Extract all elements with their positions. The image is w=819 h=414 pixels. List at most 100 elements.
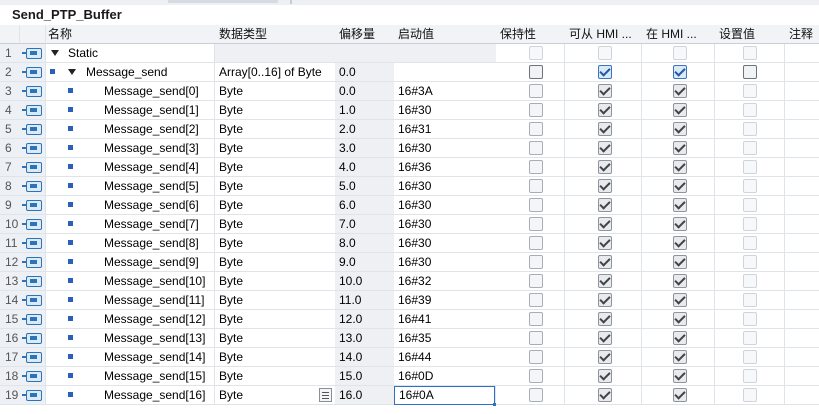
retain-checkbox[interactable]	[529, 350, 543, 364]
table-row[interactable]: 14 Message_send[11] Byte 11.0 16#39	[0, 291, 819, 310]
setpoint-checkbox[interactable]	[743, 255, 757, 269]
comment-cell[interactable]	[785, 120, 819, 139]
retain-checkbox[interactable]	[529, 141, 543, 155]
comment-cell[interactable]	[785, 101, 819, 120]
datatype-cell[interactable]: Byte	[215, 215, 339, 234]
name-cell[interactable]: Message_send[12]	[46, 310, 215, 329]
column-header-hmi-accessible[interactable]: 可从 HMI ...	[565, 25, 646, 44]
hmi-visible-checkbox[interactable]	[673, 122, 687, 136]
start-value-cell[interactable]	[394, 63, 500, 82]
start-value-input[interactable]: 16#0A	[394, 386, 496, 406]
column-header-setpoint[interactable]: 设置值	[715, 25, 789, 44]
table-row[interactable]: 10 Message_send[7] Byte 7.0 16#30	[0, 215, 819, 234]
comment-cell[interactable]	[785, 44, 819, 63]
column-header-comment[interactable]: 注释	[785, 25, 819, 44]
hmi-accessible-checkbox[interactable]	[598, 122, 612, 136]
hmi-accessible-checkbox[interactable]	[598, 236, 612, 250]
collapse-triangle-icon[interactable]	[68, 69, 76, 75]
hmi-visible-checkbox[interactable]	[673, 84, 687, 98]
setpoint-checkbox[interactable]	[743, 198, 757, 212]
start-value-cell[interactable]: 16#3A	[394, 82, 500, 101]
setpoint-checkbox[interactable]	[743, 369, 757, 383]
setpoint-checkbox[interactable]	[743, 217, 757, 231]
retain-checkbox[interactable]	[529, 160, 543, 174]
hmi-visible-checkbox[interactable]	[673, 141, 687, 155]
table-row[interactable]: 19 Message_send[16] Byte 16.0 16#0A	[0, 386, 819, 406]
column-header-start-value[interactable]: 启动值	[394, 25, 500, 44]
setpoint-checkbox[interactable]	[743, 293, 757, 307]
comment-cell[interactable]	[785, 329, 819, 348]
setpoint-checkbox[interactable]	[743, 312, 757, 326]
name-cell[interactable]: Message_send[16]	[46, 386, 215, 405]
hmi-accessible-checkbox[interactable]	[598, 217, 612, 231]
table-row[interactable]: 6 Message_send[3] Byte 3.0 16#30	[0, 139, 819, 158]
setpoint-checkbox[interactable]	[743, 350, 757, 364]
column-header-retain[interactable]: 保持性	[496, 25, 569, 44]
hmi-visible-checkbox[interactable]	[673, 198, 687, 212]
datatype-cell[interactable]: Byte	[215, 329, 339, 348]
name-cell[interactable]: Message_send[3]	[46, 139, 215, 158]
start-value-cell[interactable]: 16#30	[394, 139, 500, 158]
hmi-accessible-checkbox[interactable]	[598, 255, 612, 269]
name-cell[interactable]: Message_send[6]	[46, 196, 215, 215]
start-value-cell[interactable]: 16#44	[394, 348, 500, 367]
datatype-cell[interactable]: Array[0..16] of Byte	[215, 63, 339, 82]
setpoint-checkbox[interactable]	[743, 84, 757, 98]
comment-cell[interactable]	[785, 215, 819, 234]
datatype-cell[interactable]: Byte	[215, 291, 339, 310]
retain-checkbox[interactable]	[529, 122, 543, 136]
datatype-cell[interactable]: Byte	[215, 310, 339, 329]
start-value-cell[interactable]: 16#32	[394, 272, 500, 291]
retain-checkbox[interactable]	[529, 103, 543, 117]
table-row[interactable]: 11 Message_send[8] Byte 8.0 16#30	[0, 234, 819, 253]
retain-checkbox[interactable]	[529, 179, 543, 193]
name-cell[interactable]: Message_send[15]	[46, 367, 215, 386]
name-cell[interactable]: Message_send[13]	[46, 329, 215, 348]
datatype-cell[interactable]: Byte	[215, 253, 339, 272]
name-cell[interactable]: Message_send[2]	[46, 120, 215, 139]
start-value-cell[interactable]: 16#30	[394, 177, 500, 196]
comment-cell[interactable]	[785, 272, 819, 291]
column-header-datatype[interactable]: 数据类型	[215, 25, 339, 44]
table-row[interactable]: 13 Message_send[10] Byte 10.0 16#32	[0, 272, 819, 291]
hmi-accessible-checkbox[interactable]	[598, 312, 612, 326]
hmi-accessible-checkbox[interactable]	[598, 141, 612, 155]
datatype-cell[interactable]: Byte	[215, 272, 339, 291]
retain-checkbox[interactable]	[529, 65, 543, 79]
table-row[interactable]: 12 Message_send[9] Byte 9.0 16#30	[0, 253, 819, 272]
start-value-cell[interactable]: 16#41	[394, 310, 500, 329]
datatype-cell[interactable]: Byte	[215, 177, 339, 196]
comment-cell[interactable]	[785, 234, 819, 253]
datatype-cell[interactable]: Byte	[215, 82, 339, 101]
column-header-offset[interactable]: 偏移量	[335, 25, 398, 44]
hmi-accessible-checkbox[interactable]	[598, 293, 612, 307]
hmi-accessible-checkbox[interactable]	[598, 160, 612, 174]
hmi-accessible-checkbox[interactable]	[598, 46, 612, 60]
datatype-cell[interactable]: Byte	[215, 348, 339, 367]
datatype-cell[interactable]: Byte	[215, 101, 339, 120]
datatype-cell[interactable]: Byte	[215, 196, 339, 215]
hmi-visible-checkbox[interactable]	[673, 369, 687, 383]
hmi-accessible-checkbox[interactable]	[598, 331, 612, 345]
table-row[interactable]: 3 Message_send[0] Byte 0.0 16#3A	[0, 82, 819, 101]
hmi-visible-checkbox[interactable]	[673, 331, 687, 345]
retain-checkbox[interactable]	[529, 388, 543, 402]
name-cell[interactable]: Message_send[1]	[46, 101, 215, 120]
start-value-cell[interactable]: 16#31	[394, 120, 500, 139]
datatype-cell[interactable]: Byte	[215, 139, 339, 158]
setpoint-checkbox[interactable]	[743, 388, 757, 402]
start-value-cell[interactable]: 16#30	[394, 253, 500, 272]
hmi-visible-checkbox[interactable]	[673, 179, 687, 193]
setpoint-checkbox[interactable]	[743, 160, 757, 174]
table-row[interactable]: 4 Message_send[1] Byte 1.0 16#30	[0, 101, 819, 120]
comment-cell[interactable]	[785, 139, 819, 158]
start-value-cell[interactable]: 16#39	[394, 291, 500, 310]
comment-cell[interactable]	[785, 386, 819, 405]
start-value-cell[interactable]: 16#35	[394, 329, 500, 348]
setpoint-checkbox[interactable]	[743, 274, 757, 288]
hmi-accessible-checkbox[interactable]	[598, 274, 612, 288]
retain-checkbox[interactable]	[529, 312, 543, 326]
datatype-cell[interactable]: Byte	[215, 234, 339, 253]
table-row[interactable]: 15 Message_send[12] Byte 12.0 16#41	[0, 310, 819, 329]
hmi-visible-checkbox[interactable]	[673, 388, 687, 402]
